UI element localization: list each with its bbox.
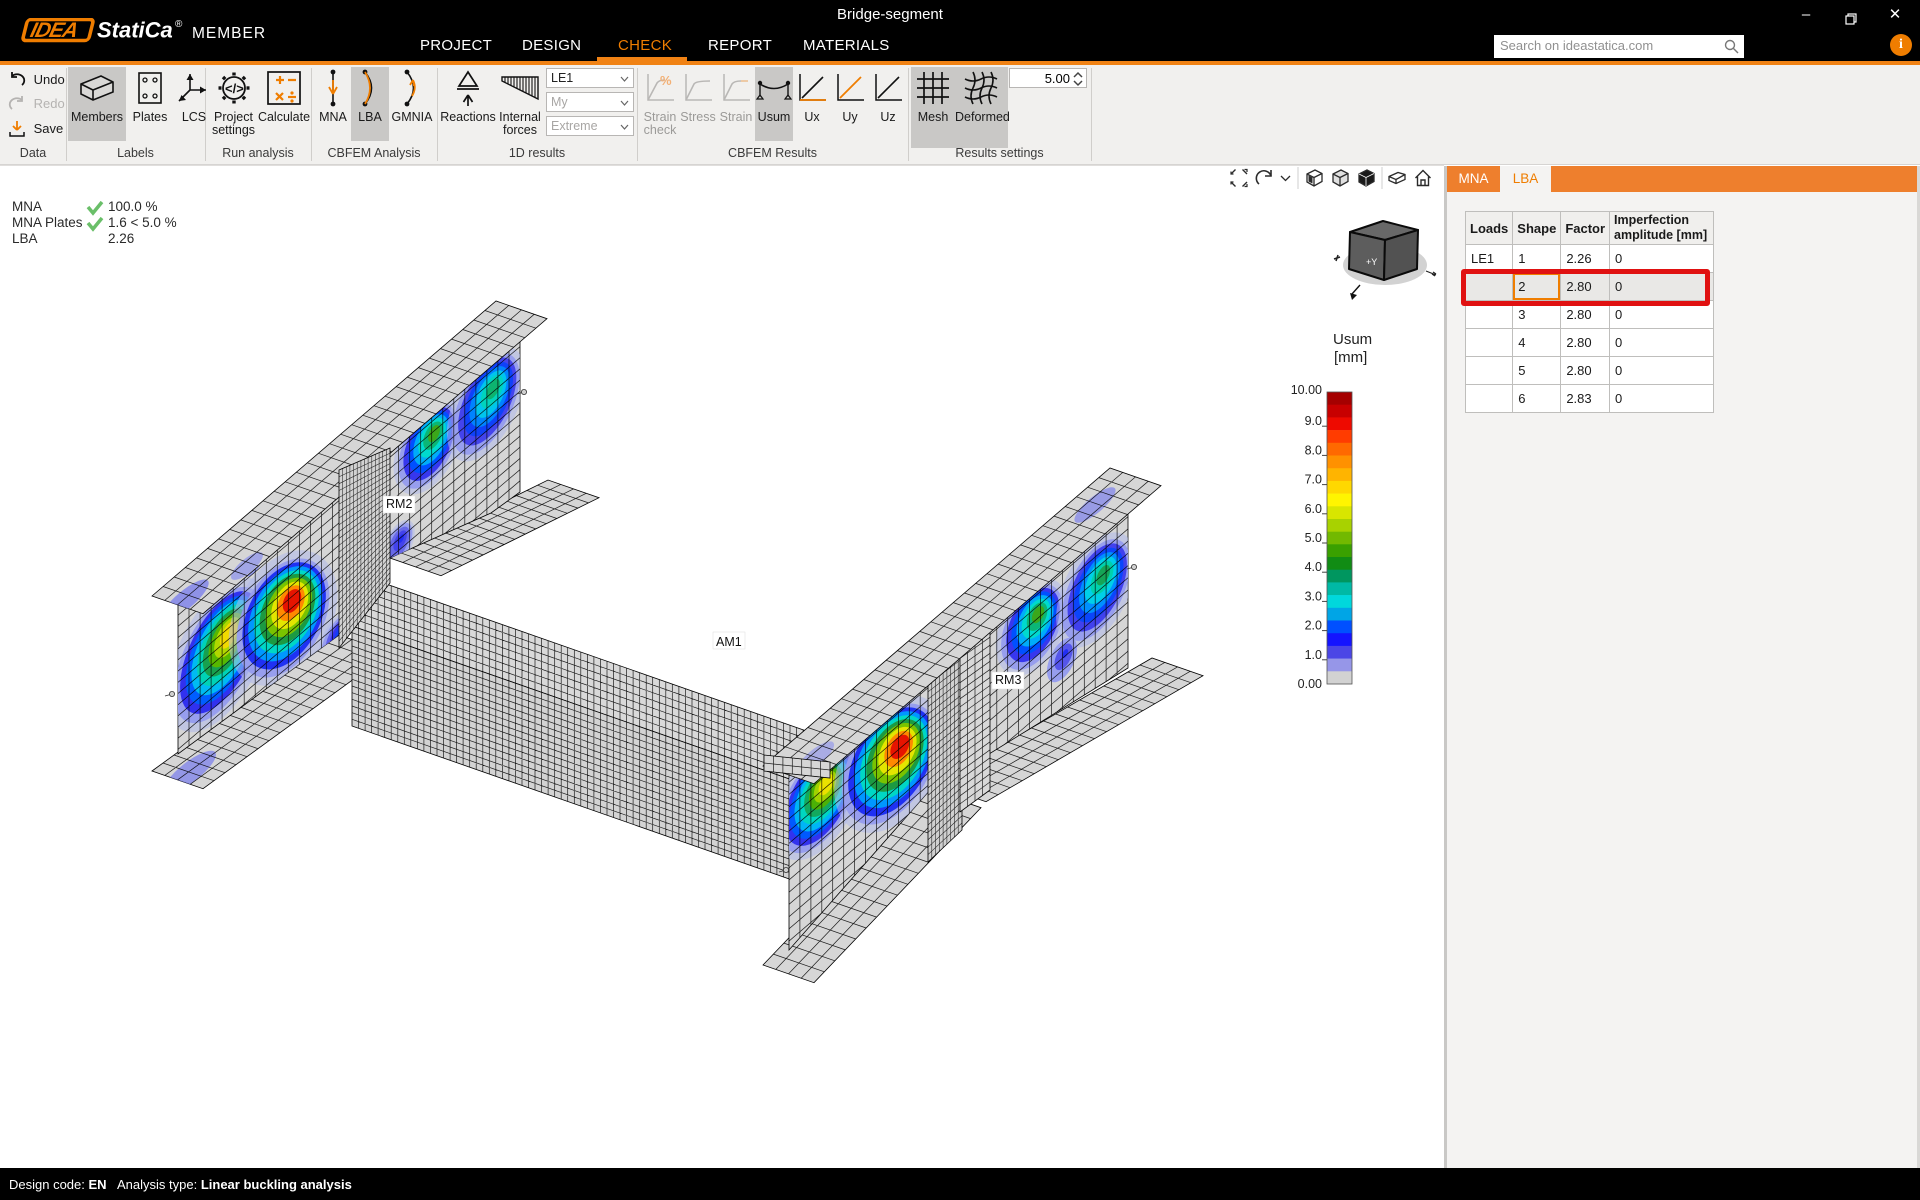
svg-text:IDEA: IDEA — [28, 18, 80, 42]
svg-text:7.0: 7.0 — [1305, 473, 1322, 487]
svg-text:4.0: 4.0 — [1305, 560, 1322, 574]
svg-text:1.0: 1.0 — [1305, 648, 1322, 662]
svg-text:</>: </> — [225, 81, 244, 96]
svg-text:10.00: 10.00 — [1291, 383, 1322, 397]
svg-text:8.0: 8.0 — [1305, 443, 1322, 457]
svg-text:0.00: 0.00 — [1298, 677, 1322, 691]
svg-text:2.0: 2.0 — [1305, 619, 1322, 633]
svg-text:RM3: RM3 — [995, 673, 1021, 687]
svg-text:+Y: +Y — [1366, 257, 1377, 267]
svg-text:RM2: RM2 — [386, 497, 412, 511]
svg-text:[mm]: [mm] — [1334, 349, 1367, 366]
svg-text:StatiCa: StatiCa — [97, 18, 173, 43]
svg-text:Usum: Usum — [1333, 331, 1372, 348]
svg-text:5.0: 5.0 — [1305, 531, 1322, 545]
svg-text:9.0: 9.0 — [1305, 414, 1322, 428]
svg-text:3.0: 3.0 — [1305, 589, 1322, 603]
svg-text:®: ® — [175, 19, 183, 30]
svg-text:%: % — [660, 73, 672, 88]
svg-text:AM1: AM1 — [716, 635, 742, 649]
svg-text:6.0: 6.0 — [1305, 502, 1322, 516]
